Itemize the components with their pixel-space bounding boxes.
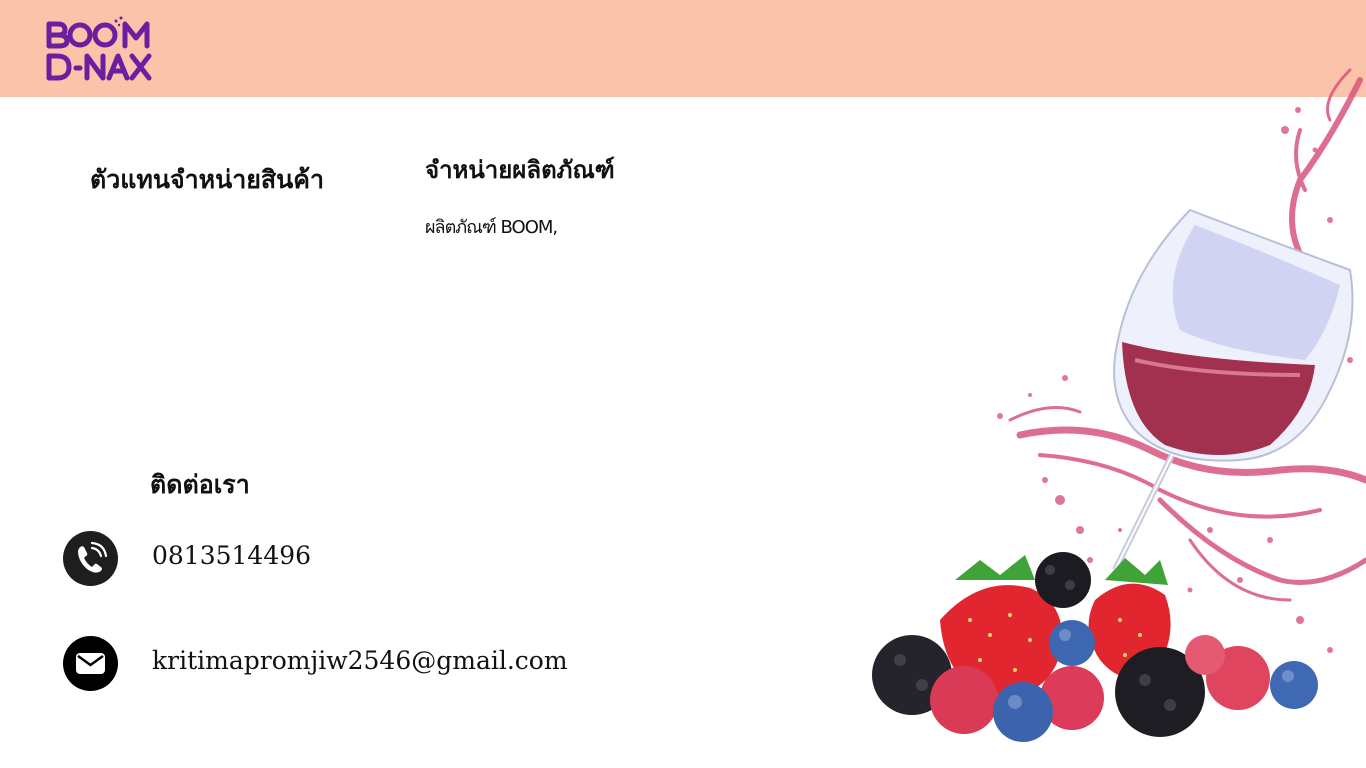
wine-glass-berries-illustration	[872, 68, 1366, 742]
email-address[interactable]: kritimapromjiw2546@gmail.com	[152, 646, 568, 675]
mail-icon[interactable]	[63, 636, 118, 691]
distribution-description: ผลิตภัณฑ์ BOOM,	[425, 217, 558, 238]
phone-icon[interactable]	[63, 531, 118, 586]
phone-number[interactable]: 0813514496	[152, 541, 311, 570]
boom-dnax-logo[interactable]	[45, 16, 155, 82]
distribution-title: จำหน่ายผลิตภัณฑ์	[425, 156, 615, 184]
agent-title: ตัวแทนจำหน่ายสินค้า	[90, 165, 325, 194]
contact-title: ติดต่อเรา	[150, 470, 250, 499]
